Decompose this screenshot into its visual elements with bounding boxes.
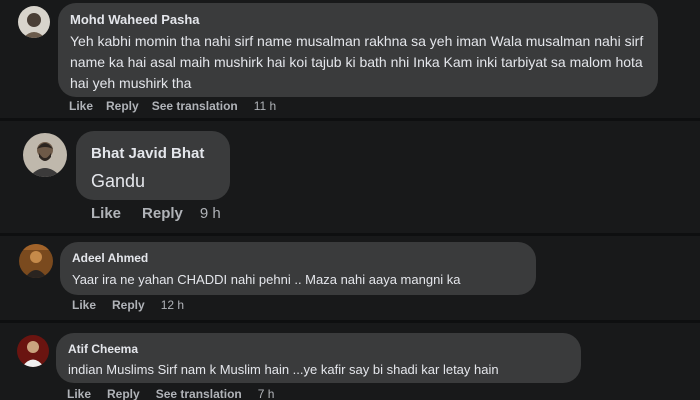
reply-button[interactable]: Reply xyxy=(112,298,145,312)
comment-bubble: Bhat Javid Bhat Gandu xyxy=(76,131,230,200)
comment-timestamp[interactable]: 9 h xyxy=(200,205,221,222)
comments-thread: Mohd Waheed Pasha Yeh kabhi momin tha na… xyxy=(0,0,700,400)
like-button[interactable]: Like xyxy=(67,387,91,400)
comment-divider xyxy=(0,118,700,121)
like-button[interactable]: Like xyxy=(91,205,121,222)
comment-text: Yeh kabhi momin tha nahi sirf name musal… xyxy=(70,33,644,91)
avatar[interactable] xyxy=(18,6,50,38)
comment-author[interactable]: Atif Cheema xyxy=(68,342,569,357)
see-translation-link[interactable]: See translation xyxy=(152,99,238,113)
avatar[interactable] xyxy=(19,244,53,278)
like-button[interactable]: Like xyxy=(72,298,96,312)
comment-author[interactable]: Adeel Ahmed xyxy=(72,251,524,266)
reply-button[interactable]: Reply xyxy=(106,99,139,113)
avatar[interactable] xyxy=(23,133,67,177)
comment-divider xyxy=(0,233,700,236)
see-translation-link[interactable]: See translation xyxy=(156,387,242,400)
comment-bubble: Adeel Ahmed Yaar ira ne yahan CHADDI nah… xyxy=(60,242,536,295)
comment-author[interactable]: Mohd Waheed Pasha xyxy=(70,12,646,28)
comment-actions: Like Reply See translation 7 h xyxy=(67,387,274,400)
comment-text: Gandu xyxy=(91,171,146,191)
comment-bubble: Atif Cheema indian Muslims Sirf nam k Mu… xyxy=(56,333,581,383)
avatar[interactable] xyxy=(17,335,49,367)
like-button[interactable]: Like xyxy=(69,99,93,113)
comment-actions: Like Reply 9 h xyxy=(91,205,221,222)
reply-button[interactable]: Reply xyxy=(142,205,183,222)
comment-actions: Like Reply 12 h xyxy=(72,298,184,312)
comment-author[interactable]: Bhat Javid Bhat xyxy=(91,145,215,163)
comment-text: indian Muslims Sirf nam k Muslim hain ..… xyxy=(68,362,499,377)
comment-timestamp[interactable]: 11 h xyxy=(254,99,276,113)
comment-timestamp[interactable]: 12 h xyxy=(161,298,184,312)
comment-text: Yaar ira ne yahan CHADDI nahi pehni .. M… xyxy=(72,272,461,287)
comment-actions: Like Reply See translation 11 h xyxy=(69,99,276,113)
comment-timestamp[interactable]: 7 h xyxy=(258,387,275,400)
reply-button[interactable]: Reply xyxy=(107,387,140,400)
comment-divider xyxy=(0,320,700,323)
comment-bubble: Mohd Waheed Pasha Yeh kabhi momin tha na… xyxy=(58,3,658,97)
